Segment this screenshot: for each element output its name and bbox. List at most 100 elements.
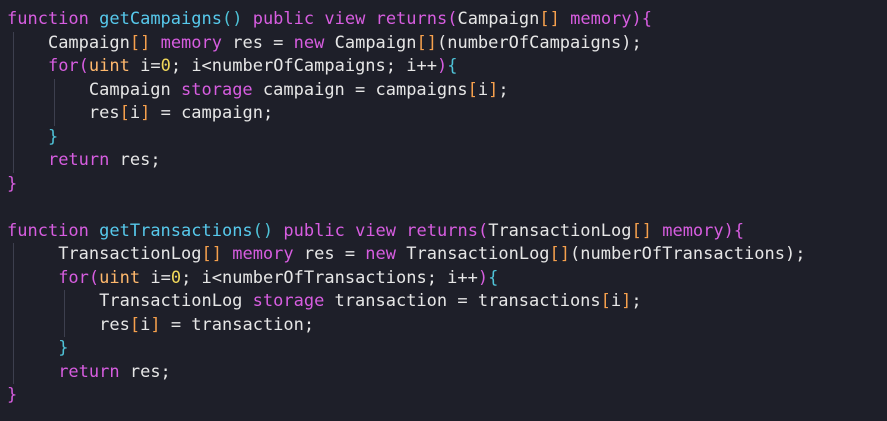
- code-token: i: [129, 103, 141, 123]
- code-token: i: [477, 79, 489, 100]
- code-token: (: [447, 9, 458, 29]
- code-token: for: [58, 267, 89, 288]
- indent-guide: [53, 78, 55, 102]
- indent-guide: [13, 55, 14, 79]
- code-token: []: [549, 244, 571, 264]
- indent-guide: [13, 78, 14, 102]
- code-line[interactable]: return res;: [7, 149, 887, 173]
- indent-guide: [53, 102, 55, 126]
- code-token: return: [47, 150, 110, 170]
- code-line[interactable]: res[i] = transaction;: [7, 313, 887, 337]
- code-token: ;: [498, 79, 509, 100]
- code-area[interactable]: function getCampaigns() public view retu…: [7, 8, 887, 408]
- indent-guide: [13, 337, 14, 361]
- code-token: ): [723, 220, 734, 241]
- code-editor[interactable]: function getCampaigns() public view retu…: [0, 0, 887, 421]
- code-line[interactable]: }: [7, 125, 887, 149]
- code-token: new: [293, 32, 325, 53]
- code-token: memory: [662, 220, 724, 241]
- code-token: ]: [150, 314, 161, 335]
- code-token: view: [355, 220, 397, 241]
- code-token: (): [221, 9, 243, 29]
- code-line[interactable]: for(uint i=0; i<numberOfCampaigns; i++){: [7, 55, 887, 79]
- code-token: return: [58, 361, 120, 382]
- code-token: returns: [406, 220, 478, 241]
- code-token: i: [140, 314, 151, 335]
- code-token: (numberOfCampaigns);: [436, 32, 642, 53]
- code-token: []: [631, 220, 652, 241]
- code-line[interactable]: }: [7, 384, 887, 408]
- code-token: res =: [293, 244, 366, 264]
- code-token: (numberOfTransactions);: [570, 244, 806, 264]
- code-token: ; i<numberOfCampaigns; i++: [170, 56, 437, 76]
- indent-guide: [13, 243, 14, 267]
- code-token: {: [733, 220, 745, 241]
- code-token: getTransactions: [99, 220, 253, 241]
- code-token: }: [7, 385, 18, 405]
- code-token: view: [324, 9, 366, 29]
- code-token: ): [436, 56, 448, 76]
- code-token: ): [477, 267, 489, 288]
- code-token: }: [58, 338, 69, 358]
- code-token: (: [78, 56, 89, 76]
- code-line[interactable]: }: [7, 337, 887, 361]
- code-token: (: [477, 220, 489, 241]
- code-token: [: [129, 314, 141, 335]
- code-token: for: [47, 56, 79, 76]
- code-token: transaction = transactions: [324, 291, 601, 311]
- code-token: function: [7, 220, 89, 241]
- code-token: returns: [375, 9, 448, 29]
- code-token: res: [99, 314, 130, 335]
- code-token: TransactionLog: [99, 291, 253, 311]
- code-token: res;: [109, 150, 161, 170]
- code-line[interactable]: [7, 196, 887, 220]
- code-token: [: [119, 103, 130, 123]
- indent-guide: [13, 360, 14, 384]
- code-token: ]: [488, 79, 499, 100]
- indent-guide: [13, 313, 14, 337]
- code-token: TransactionLog: [488, 220, 632, 241]
- code-token: uint: [88, 56, 130, 76]
- code-token: TransactionLog: [396, 244, 550, 264]
- code-token: [: [600, 291, 611, 311]
- code-token: []: [416, 32, 437, 53]
- code-token: res: [88, 103, 120, 123]
- indent-guide: [13, 31, 14, 55]
- code-line[interactable]: function getCampaigns() public view retu…: [7, 8, 887, 32]
- code-line[interactable]: return res;: [7, 360, 887, 384]
- indent-guide: [13, 102, 14, 126]
- code-token: (: [88, 267, 100, 288]
- code-token: res;: [119, 361, 171, 382]
- code-line[interactable]: function getTransactions() public view r…: [7, 220, 887, 244]
- code-token: []: [539, 9, 560, 29]
- code-token: [: [467, 79, 478, 100]
- code-token: public: [252, 9, 315, 29]
- code-line[interactable]: Campaign storage campaign = campaigns[i]…: [7, 78, 887, 102]
- code-line[interactable]: res[i] = campaign;: [7, 102, 887, 126]
- code-line[interactable]: TransactionLog storage transaction = tra…: [7, 290, 887, 314]
- code-line[interactable]: for(uint i=0; i<numberOfTransactions; i+…: [7, 266, 887, 290]
- code-token: memory: [570, 9, 632, 29]
- code-line[interactable]: Campaign[] memory res = new Campaign[](n…: [7, 31, 887, 55]
- code-token: (): [252, 220, 274, 241]
- code-line[interactable]: }: [7, 173, 887, 197]
- code-token: }: [7, 173, 18, 194]
- code-line[interactable]: TransactionLog[] memory res = new Transa…: [7, 243, 887, 267]
- code-token: public: [283, 220, 345, 241]
- code-token: 0: [170, 267, 182, 288]
- code-token: }: [47, 126, 59, 147]
- code-token: i=: [129, 56, 161, 76]
- code-token: function: [7, 9, 89, 29]
- code-token: i=: [140, 267, 171, 288]
- code-token: ;: [631, 291, 642, 311]
